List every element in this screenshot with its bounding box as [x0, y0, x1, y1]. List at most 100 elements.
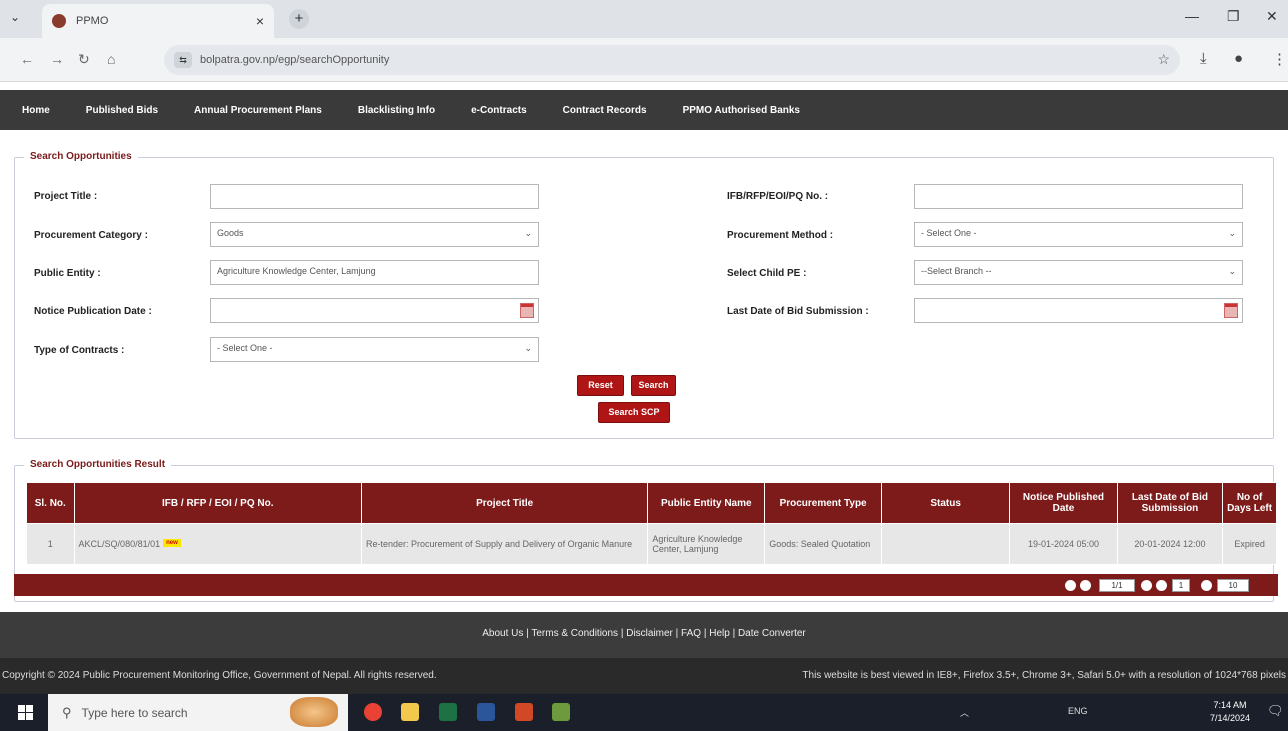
last-date-label: Last Date of Bid Submission : — [727, 306, 869, 317]
excel-icon[interactable] — [439, 703, 457, 721]
taskbar-search-box[interactable]: ⚲ Type here to search — [48, 694, 348, 731]
nav-published-bids[interactable]: Published Bids — [86, 105, 158, 116]
notification-icon[interactable]: 🗨 — [1267, 703, 1284, 719]
url-text[interactable]: bolpatra.gov.np/egp/searchOpportunity — [200, 54, 389, 66]
browser-note: This website is best viewed in IE8+, Fir… — [802, 670, 1286, 681]
site-nav: Home Published Bids Annual Procurement P… — [0, 90, 1288, 130]
public-entity-input[interactable]: Agriculture Knowledge Center, Lamjung — [210, 260, 539, 285]
project-title-label: Project Title : — [34, 191, 98, 202]
search-button[interactable]: Search — [631, 375, 676, 396]
footer-info: Copyright © 2024 Public Procurement Moni… — [0, 658, 1288, 694]
go-icon[interactable] — [1201, 580, 1212, 591]
contract-type-value: - Select One - — [217, 343, 273, 353]
nav-blacklisting-info[interactable]: Blacklisting Info — [358, 105, 435, 116]
restore-icon[interactable]: ❐ — [1227, 8, 1240, 25]
footer-disclaimer[interactable]: Disclaimer — [626, 628, 673, 639]
ifb-number-label: IFB/RFP/EOI/PQ No. : — [727, 191, 829, 202]
table-row[interactable]: 1 AKCL/SQ/080/81/01 new Re-tender: Procur… — [26, 523, 1277, 565]
col-header-procurement-type: Procurement Type — [764, 482, 883, 524]
ppmo-favicon-icon — [52, 14, 66, 28]
calendar-icon[interactable] — [1224, 303, 1238, 318]
nav-annual-procurement-plans[interactable]: Annual Procurement Plans — [194, 105, 322, 116]
powerpoint-icon[interactable] — [515, 703, 533, 721]
windows-start-icon[interactable] — [18, 705, 34, 721]
last-date-input[interactable] — [914, 298, 1243, 323]
tab-search-chevron-icon[interactable]: ⌄ — [10, 10, 20, 24]
child-pe-value: --Select Branch -- — [921, 266, 992, 276]
nav-contract-records[interactable]: Contract Records — [563, 105, 647, 116]
search-scp-button[interactable]: Search SCP — [598, 402, 670, 423]
chevron-down-icon: ⌄ — [524, 228, 532, 238]
site-info-icon[interactable]: ⇆ — [174, 52, 192, 68]
col-header-days-left: No of Days Left — [1222, 482, 1277, 524]
cell-status — [881, 523, 1011, 565]
search-icon: ⚲ — [62, 704, 72, 720]
pagination-bar: 1/1 1 10 — [14, 574, 1278, 596]
footer-about-us[interactable]: About Us — [482, 628, 523, 639]
browser-menu-icon[interactable]: ⋮ — [1272, 50, 1287, 68]
taskbar-clock[interactable]: 7:14 AM 7/14/2024 — [1210, 699, 1250, 725]
procurement-category-select[interactable]: Goods ⌄ — [210, 222, 539, 247]
bookmark-star-icon[interactable]: ☆ — [1157, 51, 1170, 68]
cell-sl: 1 — [26, 523, 75, 565]
calendar-icon[interactable] — [520, 303, 534, 318]
language-indicator[interactable]: ENG — [1068, 706, 1088, 716]
next-page-icon[interactable] — [1141, 580, 1152, 591]
back-icon[interactable]: ← — [20, 51, 34, 67]
cell-days-left: Expired — [1222, 523, 1277, 565]
close-tab-icon[interactable]: × — [256, 13, 264, 29]
reset-button[interactable]: Reset — [577, 375, 624, 396]
ifb-number-input[interactable] — [914, 184, 1243, 209]
minimize-icon[interactable]: — — [1185, 8, 1199, 24]
per-page-select[interactable]: 10 — [1217, 579, 1249, 592]
results-table: Sl. No. IFB / RFP / EOI / PQ No. Project… — [26, 482, 1277, 565]
footer-date-converter[interactable]: Date Converter — [738, 628, 806, 639]
close-window-icon[interactable]: ✕ — [1266, 8, 1278, 25]
procurement-method-label: Procurement Method : — [727, 230, 834, 241]
procurement-method-select[interactable]: - Select One - ⌄ — [914, 222, 1243, 247]
nav-home[interactable]: Home — [22, 105, 50, 116]
project-title-input[interactable] — [210, 184, 539, 209]
contract-type-select[interactable]: - Select One - ⌄ — [210, 337, 539, 362]
profile-avatar-icon[interactable]: ● — [1234, 50, 1243, 67]
new-tab-icon[interactable]: + — [289, 9, 309, 29]
footer-help[interactable]: Help — [709, 628, 730, 639]
col-header-entity: Public Entity Name — [647, 482, 766, 524]
word-icon[interactable] — [477, 703, 495, 721]
forward-icon[interactable]: → — [50, 51, 64, 67]
last-page-icon[interactable] — [1156, 580, 1167, 591]
chrome-icon[interactable] — [364, 703, 382, 721]
browser-tab[interactable]: PPMO × — [42, 4, 274, 38]
contract-type-label: Type of Contracts : — [34, 345, 125, 356]
cell-notice-date: 19-01-2024 05:00 — [1009, 523, 1118, 565]
nav-ppmo-authorised-banks[interactable]: PPMO Authorised Banks — [683, 105, 800, 116]
project-title-link[interactable]: Re-tender: Procurement of Supply and Del… — [360, 523, 649, 565]
footer-terms[interactable]: Terms & Conditions — [531, 628, 618, 639]
app-icon[interactable] — [552, 703, 570, 721]
clock-date: 7/14/2024 — [1209, 713, 1250, 723]
child-pe-select[interactable]: --Select Branch -- ⌄ — [914, 260, 1243, 285]
goto-page-input[interactable]: 1 — [1172, 579, 1190, 592]
windows-taskbar: ⚲ Type here to search ︿ ENG 7:14 AM 7/14… — [0, 694, 1288, 731]
home-icon[interactable]: ⌂ — [107, 51, 115, 67]
col-header-notice-date: Notice Published Date — [1009, 482, 1118, 524]
clock-time: 7:14 AM — [1213, 700, 1247, 710]
cell-ifb: AKCL/SQ/080/81/01 new — [73, 523, 362, 565]
address-bar: ← → ↻ ⌂ ⇆ bolpatra.gov.np/egp/searchOppo… — [0, 38, 1288, 82]
prev-page-icon[interactable] — [1080, 580, 1091, 591]
col-header-sl: Sl. No. — [26, 482, 75, 524]
footer-faq[interactable]: FAQ — [681, 628, 701, 639]
tray-chevron-icon[interactable]: ︿ — [960, 706, 969, 719]
reload-icon[interactable]: ↻ — [78, 51, 90, 68]
page-indicator: 1/1 — [1099, 579, 1135, 592]
file-explorer-icon[interactable] — [401, 703, 419, 721]
notice-date-input[interactable] — [210, 298, 539, 323]
search-opportunities-legend: Search Opportunities — [24, 151, 138, 162]
url-omnibox[interactable]: ⇆ bolpatra.gov.np/egp/searchOpportunity … — [164, 45, 1180, 75]
browser-tab-bar: ⌄ PPMO × + — ❐ ✕ — [0, 0, 1288, 38]
nav-e-contracts[interactable]: e-Contracts — [471, 105, 527, 116]
download-icon[interactable]: ⤓ — [1200, 50, 1207, 67]
first-page-icon[interactable] — [1065, 580, 1076, 591]
col-header-ifb: IFB / RFP / EOI / PQ No. — [73, 482, 362, 524]
public-entity-label: Public Entity : — [34, 268, 101, 279]
